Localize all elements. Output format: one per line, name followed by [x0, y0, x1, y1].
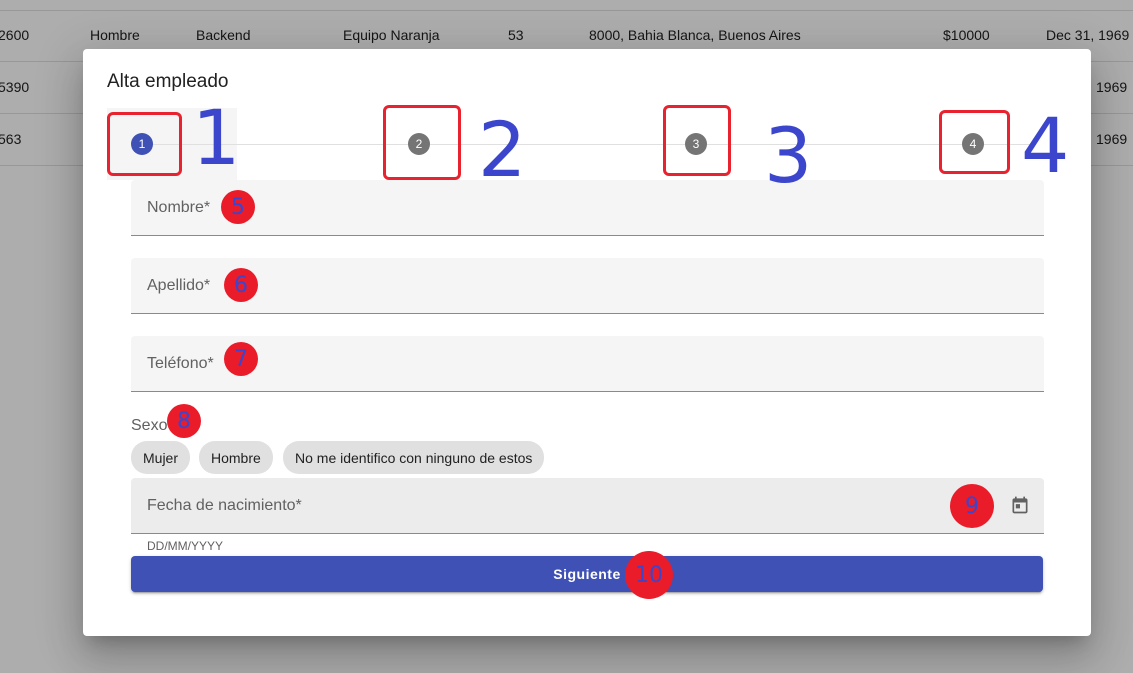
- nombre-field[interactable]: Nombre*: [131, 180, 1044, 236]
- calendar-icon[interactable]: [1010, 495, 1030, 515]
- annotation-box-3: [663, 105, 731, 176]
- fecha-label: Fecha de nacimiento*: [147, 497, 302, 514]
- annotation-dot-8: 8: [167, 404, 201, 438]
- annotation-dot-7: 7: [224, 342, 258, 376]
- annotation-dot-10: 10: [625, 551, 673, 599]
- nombre-label: Nombre*: [147, 199, 211, 216]
- chip-hombre[interactable]: Hombre: [199, 441, 273, 474]
- stepper-line: [143, 144, 1033, 145]
- siguiente-button[interactable]: Siguiente: [131, 556, 1043, 592]
- telefono-field[interactable]: Teléfono*: [131, 336, 1044, 392]
- dialog-title: Alta empleado: [107, 71, 229, 92]
- annotation-dot-9: 9: [950, 484, 994, 528]
- annotation-box-4: [939, 110, 1010, 174]
- annotation-box-2: [383, 105, 461, 180]
- fecha-hint: DD/MM/YYYY: [147, 539, 224, 553]
- chip-no-identifico[interactable]: No me identifico con ninguno de estos: [283, 441, 545, 474]
- annotation-dot-5: 5: [221, 190, 255, 224]
- fecha-nacimiento-field[interactable]: Fecha de nacimiento*: [131, 478, 1044, 534]
- apellido-label: Apellido*: [147, 277, 211, 294]
- annotation-number-4: 4: [1021, 101, 1070, 190]
- annotation-number-1: 1: [192, 93, 241, 182]
- annotation-number-3: 3: [764, 111, 813, 200]
- annotation-dot-6: 6: [224, 268, 258, 302]
- chip-mujer[interactable]: Mujer: [131, 441, 191, 474]
- telefono-label: Teléfono*: [147, 355, 214, 372]
- apellido-field[interactable]: Apellido*: [131, 258, 1044, 314]
- annotation-number-2: 2: [478, 105, 527, 194]
- annotation-box-1: [107, 112, 182, 176]
- sexo-label: Sexo: [131, 417, 168, 434]
